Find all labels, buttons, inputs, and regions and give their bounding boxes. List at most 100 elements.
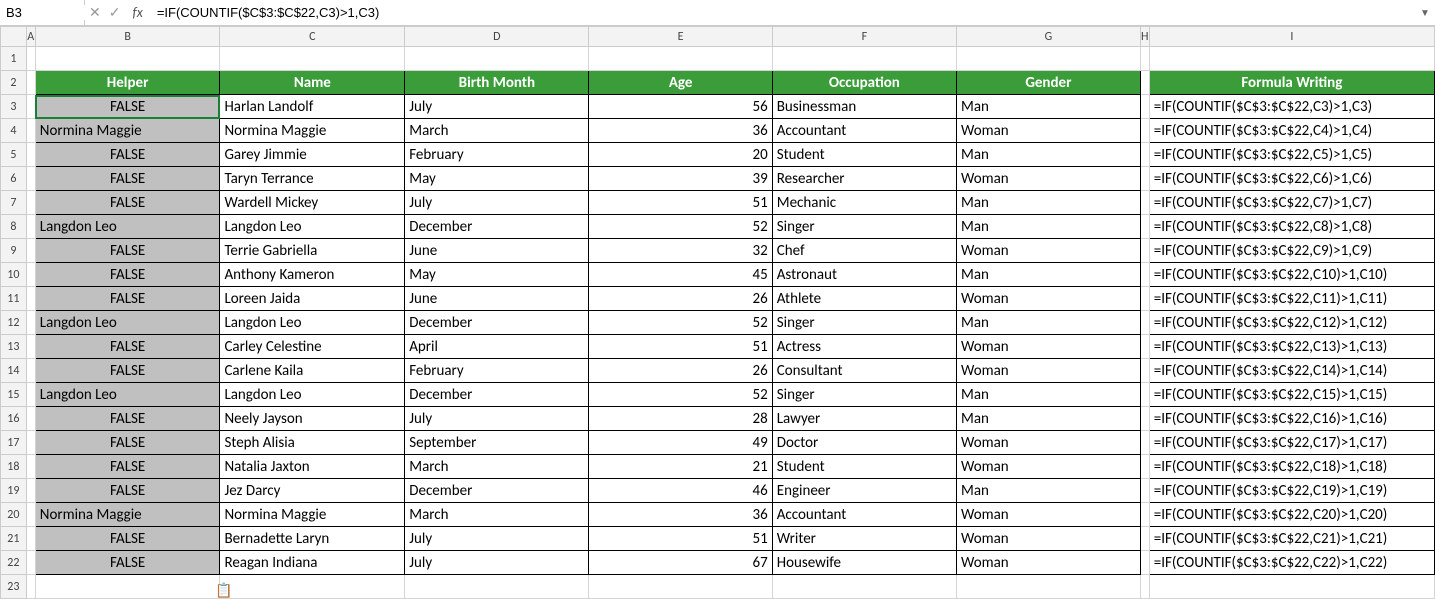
cell-H20[interactable] <box>1140 503 1149 527</box>
cell-I16[interactable]: =IF(COUNTIF($C$3:$C$22,C16)>1,C16) <box>1149 407 1434 431</box>
cell-E15[interactable]: 52 <box>589 383 772 407</box>
select-all-corner[interactable] <box>1 27 27 47</box>
cell-F6[interactable]: Researcher <box>772 167 956 191</box>
accept-icon[interactable]: ✓ <box>109 4 121 21</box>
cell-C22[interactable]: Reagan Indiana <box>220 551 405 575</box>
cell-G9[interactable]: Woman <box>957 239 1141 263</box>
cell-B3[interactable]: FALSE <box>35 95 220 119</box>
cell-B21[interactable]: FALSE <box>35 527 220 551</box>
cell-A11[interactable] <box>26 287 35 311</box>
cell-B22[interactable]: FALSE <box>35 551 220 575</box>
cell-B13[interactable]: FALSE <box>35 335 220 359</box>
cell-B5[interactable]: FALSE <box>35 143 220 167</box>
col-header-A[interactable]: A <box>26 27 35 47</box>
cell-E22[interactable]: 67 <box>589 551 772 575</box>
row-header-4[interactable]: 4 <box>1 119 27 143</box>
cell-A18[interactable] <box>26 455 35 479</box>
cell-F21[interactable]: Writer <box>772 527 956 551</box>
cell-C18[interactable]: Natalia Jaxton <box>220 455 405 479</box>
cell-H17[interactable] <box>1140 431 1149 455</box>
cell-D22[interactable]: July <box>405 551 589 575</box>
cell-G3[interactable]: Man <box>957 95 1141 119</box>
cell-A19[interactable] <box>26 479 35 503</box>
cell-I10[interactable]: =IF(COUNTIF($C$3:$C$22,C10)>1,C10) <box>1149 263 1434 287</box>
row-header-20[interactable]: 20 <box>1 503 27 527</box>
cell-C13[interactable]: Carley Celestine <box>220 335 405 359</box>
cell-H4[interactable] <box>1140 119 1149 143</box>
cell-H10[interactable] <box>1140 263 1149 287</box>
cell-D5[interactable]: February <box>405 143 589 167</box>
cell-E9[interactable]: 32 <box>589 239 772 263</box>
cell-C5[interactable]: Garey Jimmie <box>220 143 405 167</box>
cell-A4[interactable] <box>26 119 35 143</box>
cell-F1[interactable] <box>772 47 956 71</box>
cell-G8[interactable]: Man <box>957 215 1141 239</box>
cell-F9[interactable]: Chef <box>772 239 956 263</box>
cell-A12[interactable] <box>26 311 35 335</box>
row-header-19[interactable]: 19 <box>1 479 27 503</box>
cell-D16[interactable]: July <box>405 407 589 431</box>
cell-F16[interactable]: Lawyer <box>772 407 956 431</box>
cancel-icon[interactable]: ✕ <box>89 4 101 21</box>
col-header-G[interactable]: G <box>957 27 1141 47</box>
cell-C16[interactable]: Neely Jayson <box>220 407 405 431</box>
cell-C19[interactable]: Jez Darcy <box>220 479 405 503</box>
col-header-C[interactable]: C <box>220 27 405 47</box>
cell-F2[interactable]: Occupation <box>772 71 956 95</box>
cell-G10[interactable]: Man <box>957 263 1141 287</box>
cell-F22[interactable]: Housewife <box>772 551 956 575</box>
cell-E23[interactable] <box>589 575 772 599</box>
cell-A7[interactable] <box>26 191 35 215</box>
cell-I21[interactable]: =IF(COUNTIF($C$3:$C$22,C21)>1,C21) <box>1149 527 1434 551</box>
cell-F8[interactable]: Singer <box>772 215 956 239</box>
cell-H8[interactable] <box>1140 215 1149 239</box>
cell-B1[interactable] <box>35 47 220 71</box>
cell-E5[interactable]: 20 <box>589 143 772 167</box>
cell-D8[interactable]: December <box>405 215 589 239</box>
row-header-10[interactable]: 10 <box>1 263 27 287</box>
cell-A16[interactable] <box>26 407 35 431</box>
cell-H9[interactable] <box>1140 239 1149 263</box>
cell-C23[interactable] <box>220 575 405 599</box>
cell-H16[interactable] <box>1140 407 1149 431</box>
cell-D3[interactable]: July <box>405 95 589 119</box>
cell-E8[interactable]: 52 <box>589 215 772 239</box>
row-header-23[interactable]: 23 <box>1 575 27 599</box>
cell-I7[interactable]: =IF(COUNTIF($C$3:$C$22,C7)>1,C7) <box>1149 191 1434 215</box>
cell-H2[interactable] <box>1140 71 1149 95</box>
cell-H19[interactable] <box>1140 479 1149 503</box>
col-header-H[interactable]: H <box>1140 27 1149 47</box>
cell-H3[interactable] <box>1140 95 1149 119</box>
cell-D18[interactable]: March <box>405 455 589 479</box>
cell-B4[interactable]: Normina Maggie <box>35 119 220 143</box>
cell-D6[interactable]: May <box>405 167 589 191</box>
cell-E14[interactable]: 26 <box>589 359 772 383</box>
cell-A8[interactable] <box>26 215 35 239</box>
cell-A6[interactable] <box>26 167 35 191</box>
cell-G4[interactable]: Woman <box>957 119 1141 143</box>
cell-F12[interactable]: Singer <box>772 311 956 335</box>
cell-F17[interactable]: Doctor <box>772 431 956 455</box>
cell-I17[interactable]: =IF(COUNTIF($C$3:$C$22,C17)>1,C17) <box>1149 431 1434 455</box>
cell-B20[interactable]: Normina Maggie <box>35 503 220 527</box>
cell-H22[interactable] <box>1140 551 1149 575</box>
cell-H12[interactable] <box>1140 311 1149 335</box>
cell-B9[interactable]: FALSE <box>35 239 220 263</box>
cell-G17[interactable]: Woman <box>957 431 1141 455</box>
cell-F18[interactable]: Student <box>772 455 956 479</box>
cell-F11[interactable]: Athlete <box>772 287 956 311</box>
cell-A21[interactable] <box>26 527 35 551</box>
cell-G11[interactable]: Woman <box>957 287 1141 311</box>
row-header-21[interactable]: 21 <box>1 527 27 551</box>
cell-F5[interactable]: Student <box>772 143 956 167</box>
row-header-8[interactable]: 8 <box>1 215 27 239</box>
cell-D7[interactable]: July <box>405 191 589 215</box>
cell-E19[interactable]: 46 <box>589 479 772 503</box>
cell-G15[interactable]: Man <box>957 383 1141 407</box>
cell-F10[interactable]: Astronaut <box>772 263 956 287</box>
row-header-2[interactable]: 2 <box>1 71 27 95</box>
cell-B12[interactable]: Langdon Leo <box>35 311 220 335</box>
cell-E6[interactable]: 39 <box>589 167 772 191</box>
cell-C9[interactable]: Terrie Gabriella <box>220 239 405 263</box>
cell-F20[interactable]: Accountant <box>772 503 956 527</box>
